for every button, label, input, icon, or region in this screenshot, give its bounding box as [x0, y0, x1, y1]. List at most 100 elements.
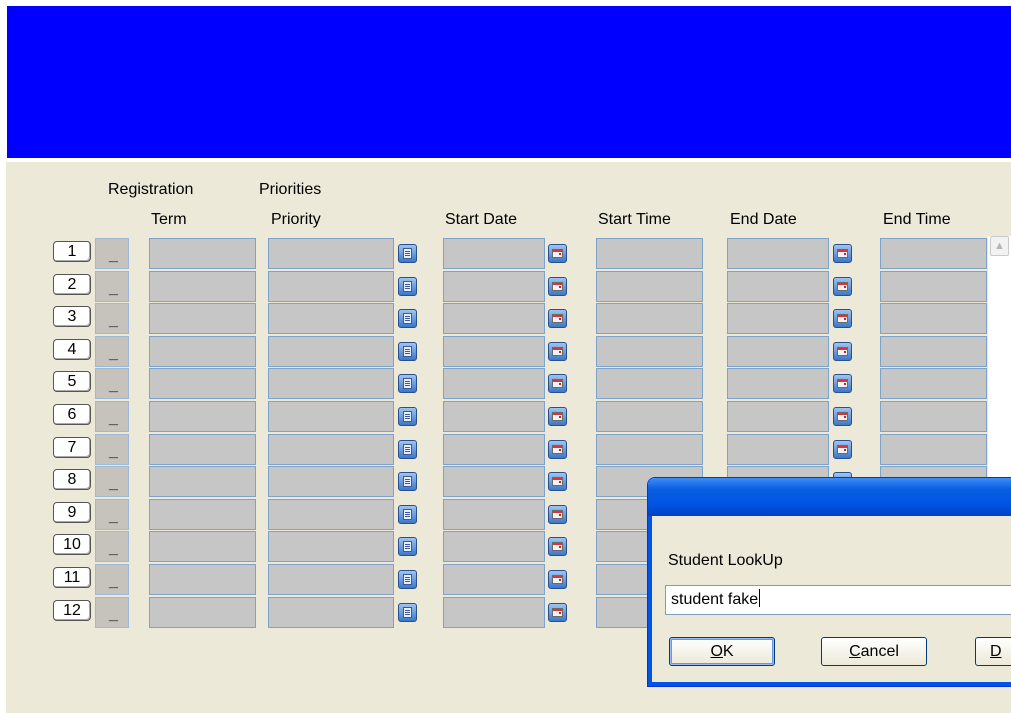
calendar-icon[interactable]: [833, 244, 852, 263]
term-field[interactable]: [149, 434, 256, 465]
dialog-titlebar[interactable]: [648, 478, 1011, 516]
scroll-up-arrow-icon[interactable]: ▲: [990, 236, 1009, 256]
row-number-button[interactable]: 10: [53, 534, 91, 555]
list-lookup-icon[interactable]: [398, 277, 417, 296]
end-time-field[interactable]: [880, 303, 987, 334]
list-lookup-icon[interactable]: [398, 505, 417, 524]
priority-field[interactable]: [268, 303, 394, 334]
vertical-scrollbar[interactable]: ▲: [988, 236, 1011, 491]
third-dialog-button[interactable]: D: [975, 637, 1011, 666]
start-time-field[interactable]: [596, 238, 703, 269]
list-lookup-icon[interactable]: [398, 570, 417, 589]
end-time-field[interactable]: [880, 271, 987, 302]
list-lookup-icon[interactable]: [398, 342, 417, 361]
row-select-cell[interactable]: _: [95, 564, 129, 595]
end-time-field[interactable]: [880, 434, 987, 465]
list-lookup-icon[interactable]: [398, 309, 417, 328]
term-field[interactable]: [149, 466, 256, 497]
start-date-field[interactable]: [443, 564, 545, 595]
row-number-button[interactable]: 2: [53, 274, 91, 295]
term-field[interactable]: [149, 368, 256, 399]
priority-field[interactable]: [268, 271, 394, 302]
row-number-button[interactable]: 5: [53, 371, 91, 392]
term-field[interactable]: [149, 336, 256, 367]
row-select-cell[interactable]: _: [95, 499, 129, 530]
end-date-field[interactable]: [727, 336, 829, 367]
row-select-cell[interactable]: _: [95, 238, 129, 269]
priority-field[interactable]: [268, 466, 394, 497]
calendar-icon[interactable]: [548, 603, 567, 622]
term-field[interactable]: [149, 271, 256, 302]
calendar-icon[interactable]: [548, 309, 567, 328]
priority-field[interactable]: [268, 336, 394, 367]
start-date-field[interactable]: [443, 499, 545, 530]
row-select-cell[interactable]: _: [95, 336, 129, 367]
calendar-icon[interactable]: [833, 342, 852, 361]
ok-button[interactable]: OK: [669, 637, 775, 666]
priority-field[interactable]: [268, 597, 394, 628]
start-date-field[interactable]: [443, 434, 545, 465]
row-select-cell[interactable]: _: [95, 597, 129, 628]
calendar-icon[interactable]: [548, 537, 567, 556]
start-date-field[interactable]: [443, 303, 545, 334]
end-date-field[interactable]: [727, 401, 829, 432]
start-date-field[interactable]: [443, 336, 545, 367]
calendar-icon[interactable]: [833, 440, 852, 459]
end-time-field[interactable]: [880, 238, 987, 269]
list-lookup-icon[interactable]: [398, 472, 417, 491]
cancel-button[interactable]: Cancel: [821, 637, 927, 666]
row-select-cell[interactable]: _: [95, 271, 129, 302]
start-date-field[interactable]: [443, 238, 545, 269]
calendar-icon[interactable]: [833, 277, 852, 296]
end-date-field[interactable]: [727, 271, 829, 302]
row-select-cell[interactable]: _: [95, 401, 129, 432]
term-field[interactable]: [149, 401, 256, 432]
start-time-field[interactable]: [596, 368, 703, 399]
end-date-field[interactable]: [727, 368, 829, 399]
row-select-cell[interactable]: _: [95, 434, 129, 465]
priority-field[interactable]: [268, 499, 394, 530]
calendar-icon[interactable]: [548, 342, 567, 361]
calendar-icon[interactable]: [548, 374, 567, 393]
term-field[interactable]: [149, 531, 256, 562]
list-lookup-icon[interactable]: [398, 374, 417, 393]
start-time-field[interactable]: [596, 401, 703, 432]
row-number-button[interactable]: 12: [53, 600, 91, 621]
row-select-cell[interactable]: _: [95, 466, 129, 497]
row-select-cell[interactable]: _: [95, 531, 129, 562]
student-lookup-input[interactable]: student fake: [665, 585, 1011, 615]
calendar-icon[interactable]: [548, 570, 567, 589]
calendar-icon[interactable]: [548, 277, 567, 296]
end-date-field[interactable]: [727, 303, 829, 334]
start-time-field[interactable]: [596, 336, 703, 367]
priority-field[interactable]: [268, 238, 394, 269]
row-select-cell[interactable]: _: [95, 368, 129, 399]
priority-field[interactable]: [268, 401, 394, 432]
row-number-button[interactable]: 9: [53, 502, 91, 523]
term-field[interactable]: [149, 238, 256, 269]
row-number-button[interactable]: 6: [53, 404, 91, 425]
row-number-button[interactable]: 4: [53, 339, 91, 360]
priority-field[interactable]: [268, 368, 394, 399]
list-lookup-icon[interactable]: [398, 440, 417, 459]
list-lookup-icon[interactable]: [398, 603, 417, 622]
start-date-field[interactable]: [443, 597, 545, 628]
end-date-field[interactable]: [727, 238, 829, 269]
term-field[interactable]: [149, 564, 256, 595]
calendar-icon[interactable]: [548, 472, 567, 491]
row-number-button[interactable]: 11: [53, 567, 91, 588]
row-number-button[interactable]: 3: [53, 306, 91, 327]
calendar-icon[interactable]: [833, 407, 852, 426]
start-time-field[interactable]: [596, 434, 703, 465]
list-lookup-icon[interactable]: [398, 537, 417, 556]
row-select-cell[interactable]: _: [95, 303, 129, 334]
calendar-icon[interactable]: [548, 440, 567, 459]
priority-field[interactable]: [268, 434, 394, 465]
term-field[interactable]: [149, 597, 256, 628]
start-time-field[interactable]: [596, 271, 703, 302]
row-number-button[interactable]: 8: [53, 469, 91, 490]
start-date-field[interactable]: [443, 368, 545, 399]
row-number-button[interactable]: 7: [53, 437, 91, 458]
end-date-field[interactable]: [727, 434, 829, 465]
list-lookup-icon[interactable]: [398, 244, 417, 263]
